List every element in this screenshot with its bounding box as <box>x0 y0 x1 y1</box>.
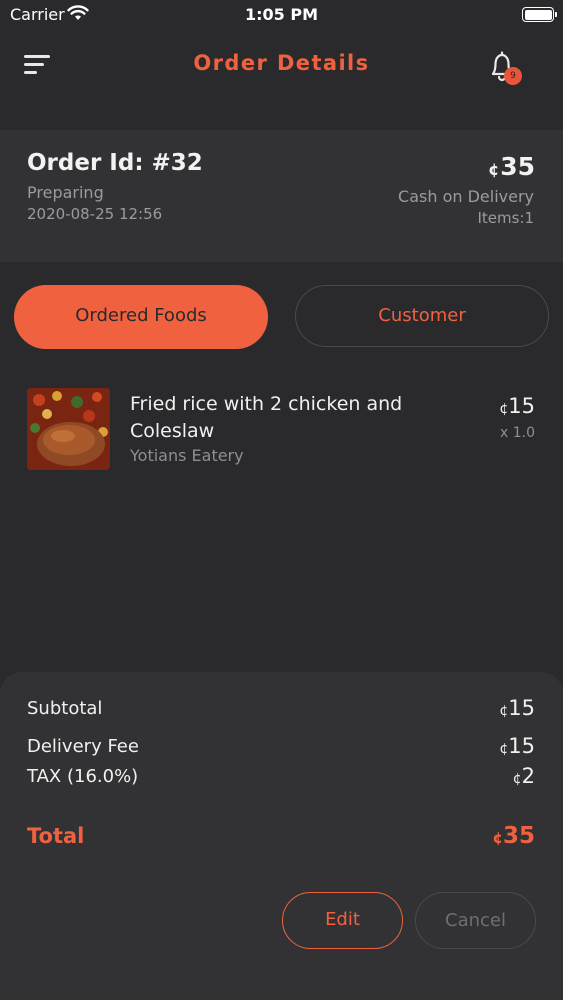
currency-symbol: ¢ <box>488 160 500 179</box>
food-price: ¢15 <box>499 394 535 418</box>
battery-icon <box>522 7 557 22</box>
totals-panel: Subtotal ¢15 Delivery Fee ¢15 TAX (16.0%… <box>0 672 563 1000</box>
tax-amount: 2 <box>521 764 535 788</box>
tax-value: ¢2 <box>513 764 535 788</box>
currency-symbol: ¢ <box>499 401 509 417</box>
app-header: Order Details 9 <box>0 30 563 130</box>
food-price-value: 15 <box>508 394 535 418</box>
total-amount: 35 <box>502 823 535 849</box>
order-status: Preparing <box>27 183 104 202</box>
currency-symbol: ¢ <box>492 829 503 847</box>
food-quantity: x 1.0 <box>500 425 535 441</box>
tab-customer[interactable]: Customer <box>295 285 549 347</box>
order-summary-card: Order Id: #32 Preparing 2020-08-25 12:56… <box>0 130 563 262</box>
order-id: Order Id: #32 <box>27 150 203 176</box>
order-details-screen: Carrier 1:05 PM Order Details 9 Order Id… <box>0 0 563 1000</box>
vendor-name: Yotians Eatery <box>130 446 244 465</box>
order-datetime: 2020-08-25 12:56 <box>27 205 163 223</box>
tab-ordered-foods[interactable]: Ordered Foods <box>14 285 268 349</box>
food-image <box>27 388 110 470</box>
currency-symbol: ¢ <box>499 703 509 719</box>
tax-label: TAX (16.0%) <box>27 766 139 787</box>
currency-symbol: ¢ <box>499 741 509 757</box>
total-value: ¢35 <box>493 823 535 849</box>
delivery-fee-amount: 15 <box>508 734 535 758</box>
notification-badge: 9 <box>504 67 522 85</box>
status-bar: Carrier 1:05 PM <box>0 0 563 30</box>
delivery-fee-label: Delivery Fee <box>27 736 139 757</box>
subtotal-amount: 15 <box>508 696 535 720</box>
currency-symbol: ¢ <box>512 771 522 787</box>
order-amount: ¢35 <box>488 152 535 181</box>
edit-button[interactable]: Edit <box>282 892 403 949</box>
payment-method: Cash on Delivery <box>398 187 534 206</box>
clock-label: 1:05 PM <box>244 5 318 24</box>
subtotal-label: Subtotal <box>27 698 103 719</box>
total-label: Total <box>27 824 85 848</box>
delivery-fee-value: ¢15 <box>499 734 535 758</box>
order-amount-value: 35 <box>500 152 535 181</box>
items-count: Items:1 <box>477 209 534 227</box>
food-name: Fried rice with 2 chicken and Coleslaw <box>130 393 403 442</box>
cancel-button[interactable]: Cancel <box>415 892 536 949</box>
list-item[interactable]: Fried rice with 2 chicken and Coleslaw Y… <box>0 388 563 478</box>
page-title: Order Details <box>193 51 370 75</box>
subtotal-value: ¢15 <box>499 696 535 720</box>
